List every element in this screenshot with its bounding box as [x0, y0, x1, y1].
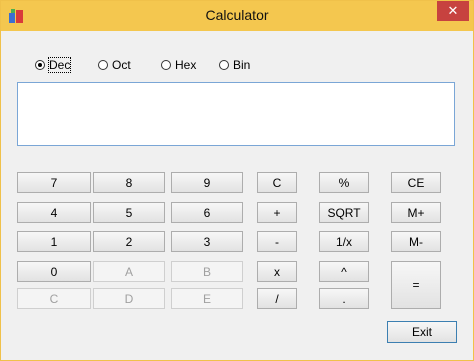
- radio-oct[interactable]: Oct: [98, 57, 131, 73]
- radio-dec-indicator[interactable]: [35, 60, 45, 70]
- key-8-button[interactable]: 8: [93, 172, 165, 193]
- key-e-button[interactable]: E: [171, 288, 243, 309]
- radio-dec[interactable]: Dec: [35, 57, 72, 73]
- clear-entry-button[interactable]: CE: [391, 172, 441, 193]
- radio-hex[interactable]: Hex: [161, 57, 196, 73]
- close-button[interactable]: ✕: [437, 1, 469, 21]
- radio-hex-label: Hex: [175, 58, 197, 72]
- key-c-hex-button[interactable]: C: [17, 288, 91, 309]
- sqrt-button[interactable]: SQRT: [319, 202, 369, 223]
- key-2-button[interactable]: 2: [93, 231, 165, 252]
- power-button[interactable]: ^: [319, 261, 369, 282]
- key-7-button[interactable]: 7: [17, 172, 91, 193]
- radio-bin-indicator[interactable]: [219, 60, 229, 70]
- key-1-button[interactable]: 1: [17, 231, 91, 252]
- radio-dec-label: Dec: [47, 57, 72, 73]
- memory-minus-button[interactable]: M-: [391, 231, 441, 252]
- divide-button[interactable]: /: [257, 288, 297, 309]
- clear-button[interactable]: C: [257, 172, 297, 193]
- reciprocal-button[interactable]: 1/x: [319, 231, 369, 252]
- display-field[interactable]: [17, 82, 455, 146]
- radio-bin-label: Bin: [233, 58, 251, 72]
- key-a-button[interactable]: A: [93, 261, 165, 282]
- window-title: Calculator: [205, 7, 269, 23]
- key-3-button[interactable]: 3: [171, 231, 243, 252]
- multiply-button[interactable]: x: [257, 261, 297, 282]
- title-bar[interactable]: Calculator ✕: [1, 1, 473, 31]
- radio-oct-indicator[interactable]: [98, 60, 108, 70]
- memory-plus-button[interactable]: M+: [391, 202, 441, 223]
- key-5-button[interactable]: 5: [93, 202, 165, 223]
- calculator-window: Calculator ✕ Dec Oct Hex Bin 7 4 1 0 C 8…: [0, 0, 474, 361]
- key-d-button[interactable]: D: [93, 288, 165, 309]
- decimal-point-button[interactable]: .: [319, 288, 369, 309]
- key-b-button[interactable]: B: [171, 261, 243, 282]
- percent-button[interactable]: %: [319, 172, 369, 193]
- exit-button[interactable]: Exit: [387, 321, 457, 343]
- equals-button[interactable]: =: [391, 261, 441, 309]
- client-area: Dec Oct Hex Bin 7 4 1 0 C 8 5 2 A D 9 6 …: [3, 31, 471, 358]
- key-9-button[interactable]: 9: [171, 172, 243, 193]
- minus-button[interactable]: -: [257, 231, 297, 252]
- plus-button[interactable]: +: [257, 202, 297, 223]
- radio-oct-label: Oct: [112, 58, 131, 72]
- radio-hex-indicator[interactable]: [161, 60, 171, 70]
- radio-bin[interactable]: Bin: [219, 57, 250, 73]
- key-6-button[interactable]: 6: [171, 202, 243, 223]
- key-4-button[interactable]: 4: [17, 202, 91, 223]
- key-0-button[interactable]: 0: [17, 261, 91, 282]
